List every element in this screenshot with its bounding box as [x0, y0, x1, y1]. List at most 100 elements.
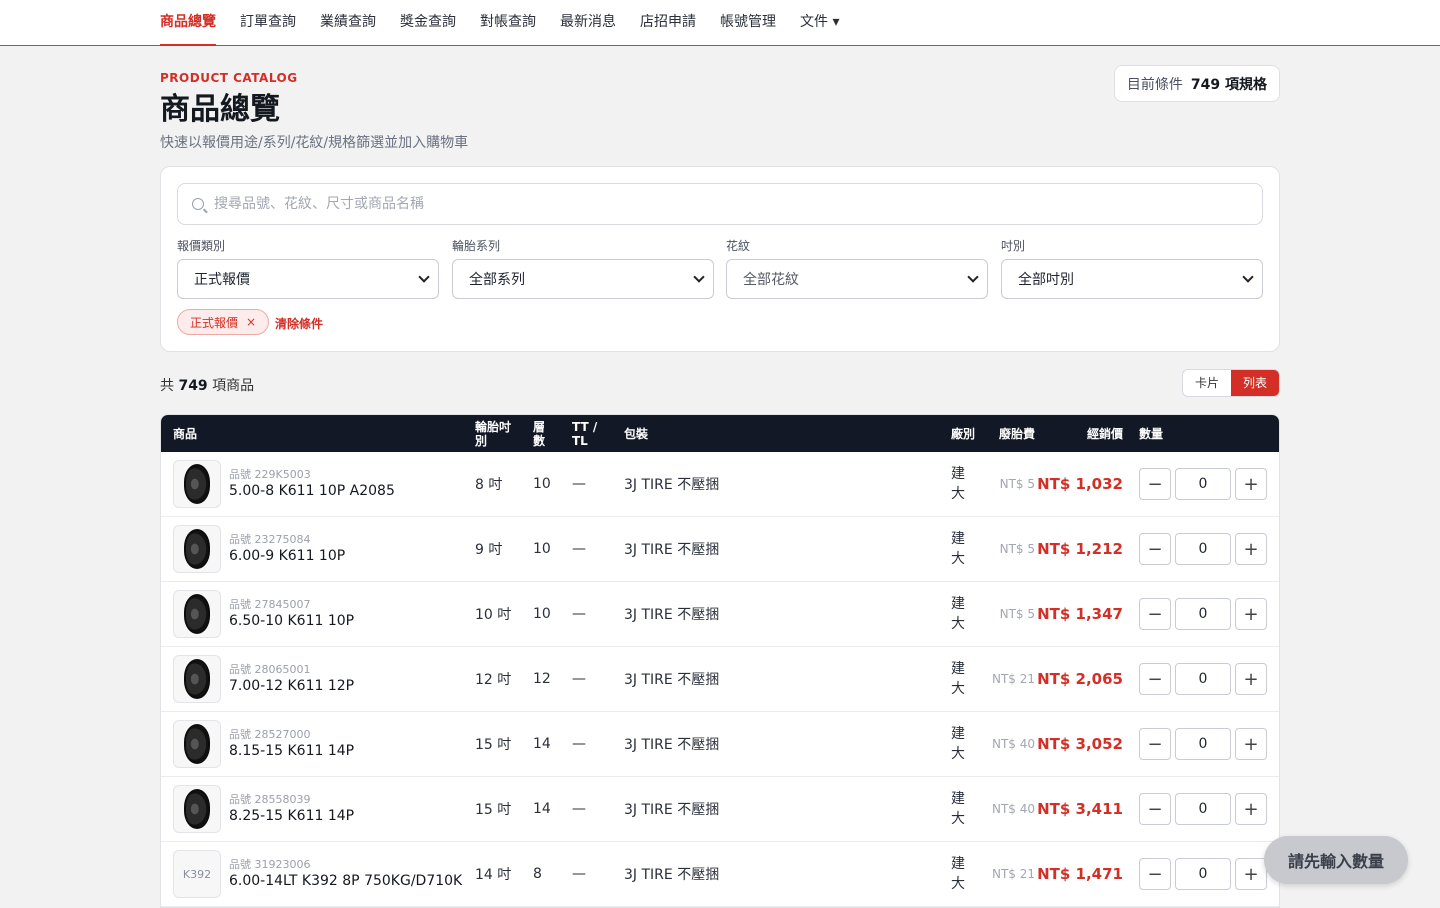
thumb-label: K392	[182, 867, 212, 881]
decrease-button[interactable]: −	[1139, 858, 1171, 890]
close-icon[interactable]: ×	[246, 315, 256, 329]
size-select[interactable]: 全部吋別	[1001, 259, 1263, 299]
dealer-price: NT$ 3,411	[1037, 800, 1123, 818]
disposal-fee: NT$ 5	[999, 477, 1035, 491]
quantity-stepper: −+	[1139, 793, 1267, 825]
tire-size: 9 吋	[475, 542, 503, 558]
quantity-input[interactable]	[1175, 858, 1231, 890]
header-size: 輪胎吋別	[475, 419, 512, 448]
pattern-select[interactable]: 全部花紋	[726, 259, 988, 299]
product-code: 品號 31923006	[229, 858, 311, 871]
add-to-cart-button[interactable]: 請先輸入數量	[1264, 836, 1408, 884]
increase-button[interactable]: +	[1235, 728, 1267, 760]
increase-button[interactable]: +	[1235, 533, 1267, 565]
product-name: 8.25-15 K611 14P	[229, 808, 355, 824]
tire-image	[184, 594, 210, 634]
chevron-down-icon	[693, 271, 705, 283]
quantity-stepper: −+	[1139, 598, 1267, 630]
disposal-fee: NT$ 40	[991, 802, 1035, 816]
table-row: 品號 229K5003 5.00-8 K611 10P A2085 8 吋 10 — 3J…	[161, 452, 1279, 517]
decrease-button[interactable]: −	[1139, 468, 1171, 500]
quantity-input[interactable]	[1175, 663, 1231, 695]
quote-type-select[interactable]: 正式報價	[177, 259, 439, 299]
packaging: 3J TIRE 不壓捆	[624, 672, 720, 688]
table-row: 品號 23275084 6.00-9 K611 10P 9 吋 10 — 3J TIRE …	[161, 517, 1279, 582]
decrease-button[interactable]: −	[1139, 598, 1171, 630]
tt-tl: —	[572, 736, 586, 752]
result-suffix: 項商品	[212, 378, 255, 394]
quantity-input[interactable]	[1175, 598, 1231, 630]
nav-item[interactable]: 獎金查詢	[400, 0, 456, 45]
nav-item[interactable]: 最新消息	[560, 0, 616, 45]
quantity-input[interactable]	[1175, 793, 1231, 825]
quantity-input[interactable]	[1175, 468, 1231, 500]
header-pack: 包裝	[624, 426, 649, 441]
quantity-stepper: −+	[1139, 858, 1267, 890]
card-view-button[interactable]: 卡片	[1183, 370, 1231, 396]
page-eyebrow: PRODUCT CATALOG	[160, 71, 298, 85]
tire-image	[184, 464, 210, 504]
badge-label: 目前條件	[1126, 76, 1183, 93]
tire-size: 14 吋	[475, 867, 512, 883]
increase-button[interactable]: +	[1235, 858, 1267, 890]
product-thumbnail	[173, 720, 221, 768]
table-row: 品號 28065001 7.00-12 K611 12P 12 吋 12 — 3J TIR…	[161, 647, 1279, 712]
nav-item[interactable]: 文件 ▾	[800, 0, 839, 45]
nav-item[interactable]: 訂單查詢	[240, 0, 296, 45]
decrease-button[interactable]: −	[1139, 663, 1171, 695]
packaging: 3J TIRE 不壓捆	[624, 477, 720, 493]
nav-item[interactable]: 商品總覽	[160, 0, 216, 46]
series-filter: 輪胎系列 全部系列	[452, 237, 714, 299]
increase-button[interactable]: +	[1235, 468, 1267, 500]
quantity-stepper: −+	[1139, 533, 1267, 565]
tire-size: 15 吋	[475, 737, 512, 753]
series-value: 全部系列	[469, 272, 525, 288]
pattern-value: 全部花紋	[743, 272, 799, 288]
badge-value: 749 項規格	[1190, 76, 1267, 93]
quantity-stepper: −+	[1139, 468, 1267, 500]
quantity-input[interactable]	[1175, 728, 1231, 760]
tt-tl: —	[572, 866, 586, 882]
header-price: 經銷價	[1087, 426, 1124, 441]
increase-button[interactable]: +	[1235, 598, 1267, 630]
nav-item[interactable]: 帳號管理	[720, 0, 776, 45]
product-code: 品號 28065001	[229, 663, 311, 676]
product-thumbnail	[173, 525, 221, 573]
ply-count: 12	[533, 671, 551, 687]
nav-item[interactable]: 店招申請	[640, 0, 696, 45]
quote-type-label: 報價類別	[177, 239, 226, 253]
list-view-button[interactable]: 列表	[1231, 370, 1279, 396]
factory: 建大	[951, 466, 965, 502]
series-select[interactable]: 全部系列	[452, 259, 714, 299]
product-thumbnail	[173, 590, 221, 638]
tt-tl: —	[572, 606, 586, 622]
nav-item[interactable]: 業績查詢	[320, 0, 376, 45]
search-input[interactable]	[214, 196, 1214, 212]
disposal-fee: NT$ 40	[991, 737, 1035, 751]
decrease-button[interactable]: −	[1139, 728, 1171, 760]
size-label: 吋別	[1001, 239, 1026, 253]
factory: 建大	[951, 661, 965, 697]
disposal-fee: NT$ 21	[991, 867, 1035, 881]
tt-tl: —	[572, 476, 586, 492]
chevron-down-icon	[418, 271, 430, 283]
chip-label: 正式報價	[190, 315, 239, 330]
search-icon	[192, 198, 204, 210]
nav-item[interactable]: 對帳查詢	[480, 0, 536, 45]
tire-size: 15 吋	[475, 802, 512, 818]
ply-count: 8	[533, 866, 542, 882]
clear-filters-link[interactable]: 清除條件	[275, 315, 323, 332]
quantity-input[interactable]	[1175, 533, 1231, 565]
quote-type-value: 正式報價	[194, 272, 250, 288]
ply-count: 10	[533, 476, 551, 492]
increase-button[interactable]: +	[1235, 793, 1267, 825]
decrease-button[interactable]: −	[1139, 793, 1171, 825]
series-label: 輪胎系列	[452, 239, 501, 253]
ply-count: 10	[533, 606, 551, 622]
header-ply: 層數	[533, 419, 546, 448]
active-filter-chip[interactable]: 正式報價 ×	[177, 309, 270, 335]
increase-button[interactable]: +	[1235, 663, 1267, 695]
search-box[interactable]	[177, 183, 1263, 225]
decrease-button[interactable]: −	[1139, 533, 1171, 565]
disposal-fee: NT$ 21	[991, 672, 1035, 686]
